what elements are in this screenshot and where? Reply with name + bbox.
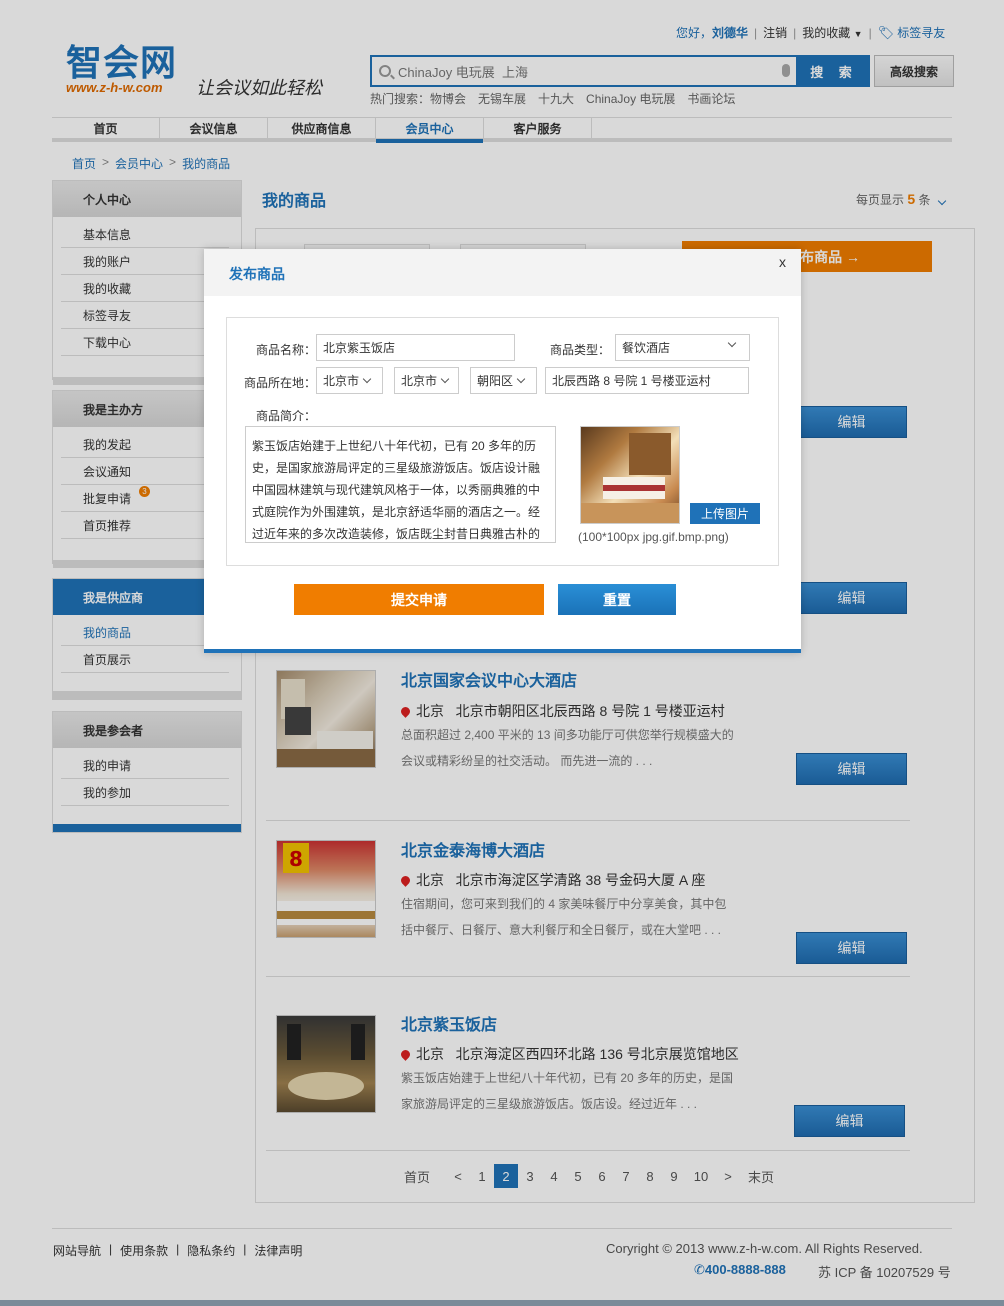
type-label: 商品类型： bbox=[550, 343, 611, 357]
chevron-down-icon bbox=[516, 374, 526, 383]
reset-button[interactable]: 重置 bbox=[558, 584, 676, 615]
chevron-down-icon bbox=[362, 374, 372, 383]
upload-image-button[interactable]: 上传图片 bbox=[690, 503, 760, 524]
intro-label: 商品简介： bbox=[256, 409, 317, 423]
submit-button[interactable]: 提交申请 bbox=[294, 584, 544, 615]
location-label: 商品所在地： bbox=[244, 376, 317, 390]
product-image-preview bbox=[580, 426, 680, 524]
province-select[interactable]: 北京市 bbox=[316, 367, 383, 394]
publish-product-dialog: 发布商品 x 商品名称： 北京紫玉饭店 商品类型： 餐饮酒店 商品所在地： 北京… bbox=[204, 249, 801, 653]
image-size-hint: (100*100px jpg.gif.bmp.png) bbox=[578, 530, 729, 544]
city-select[interactable]: 北京市 bbox=[394, 367, 459, 394]
name-label: 商品名称： bbox=[256, 343, 317, 357]
chevron-down-icon bbox=[727, 338, 737, 348]
dialog-title: 发布商品 bbox=[229, 266, 285, 282]
product-type-select[interactable]: 餐饮酒店 bbox=[615, 334, 750, 361]
chevron-down-icon bbox=[440, 374, 450, 383]
hotel-room-image bbox=[581, 433, 679, 523]
modal-overlay[interactable] bbox=[0, 0, 1004, 1306]
dialog-header bbox=[204, 249, 801, 296]
address-input[interactable]: 北辰西路 8 号院 1 号楼亚运村 bbox=[545, 367, 749, 394]
product-intro-textarea[interactable]: 紫玉饭店始建于上世纪八十年代初，已有 20 多年的历史，是国家旅游局评定的三星级… bbox=[245, 426, 556, 543]
close-icon[interactable]: x bbox=[779, 254, 786, 270]
district-select[interactable]: 朝阳区 bbox=[470, 367, 537, 394]
product-name-input[interactable]: 北京紫玉饭店 bbox=[316, 334, 515, 361]
